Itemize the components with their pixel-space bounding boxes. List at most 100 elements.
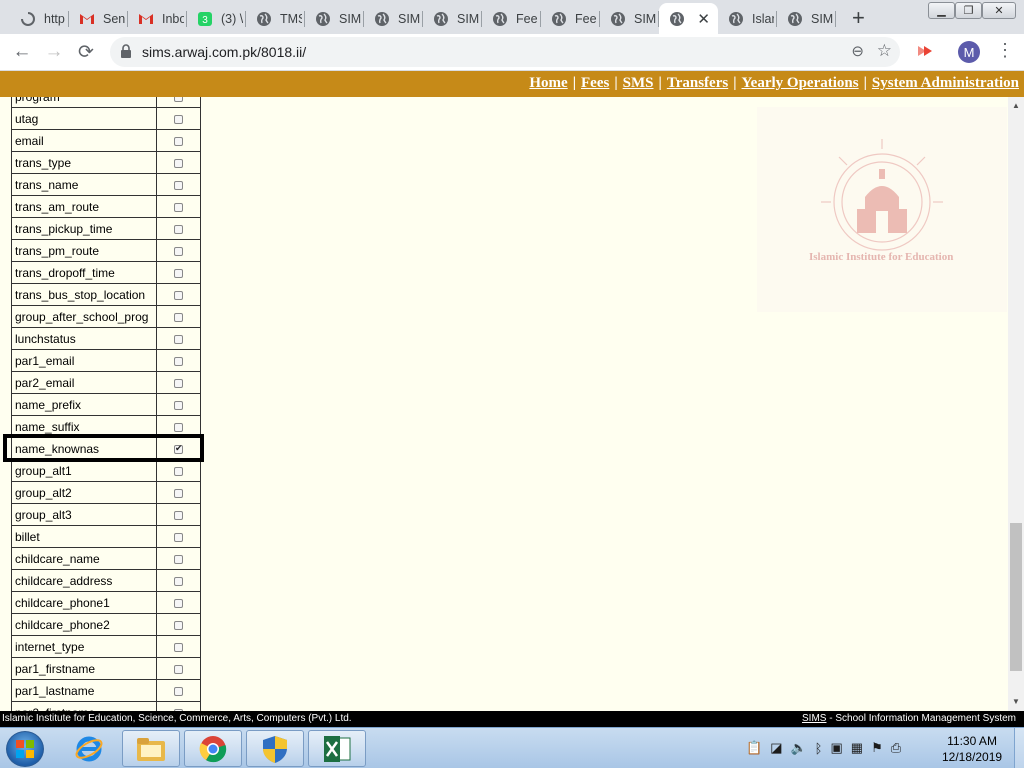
tray-network-icon[interactable]: ▦ (851, 740, 863, 756)
field-checkbox[interactable] (174, 554, 183, 564)
field-checkbox[interactable] (174, 576, 183, 586)
restore-button[interactable]: ❐ (955, 2, 982, 19)
field-checkbox[interactable] (174, 443, 183, 454)
taskbar-chrome[interactable] (184, 730, 242, 767)
action-center-flag-icon[interactable]: ⚑ (871, 740, 883, 756)
field-name: trans_am_route (11, 195, 157, 218)
nav-fees-link[interactable]: Fees (581, 75, 609, 91)
bluetooth-icon[interactable]: ᛒ (815, 741, 823, 756)
printer-icon[interactable]: ⎙ (891, 740, 901, 756)
minimize-button[interactable]: ▁ (928, 2, 955, 19)
browser-tab[interactable]: SIM (364, 3, 423, 34)
taskbar-excel[interactable] (308, 730, 366, 767)
field-checkbox[interactable] (174, 246, 183, 256)
field-checkbox[interactable] (174, 136, 183, 146)
field-checkbox-cell (156, 217, 201, 240)
new-tab-button[interactable]: + (852, 5, 865, 31)
browser-tab[interactable]: Sen (69, 3, 128, 34)
scroll-down-arrow-icon[interactable]: ▼ (1012, 697, 1020, 706)
browser-tab[interactable]: SIM (777, 3, 836, 34)
field-checkbox[interactable] (174, 202, 183, 212)
field-checkbox[interactable] (174, 158, 183, 168)
zoom-icon[interactable]: ⊖ (851, 42, 864, 60)
nav-sms-link[interactable]: SMS (623, 75, 654, 91)
field-checkbox[interactable] (174, 400, 183, 410)
close-tab-icon[interactable]: ✕ (697, 10, 710, 28)
taskbar-security[interactable] (246, 730, 304, 767)
scroll-up-arrow-icon[interactable]: ▲ (1012, 101, 1020, 110)
browser-tab[interactable]: http (10, 3, 69, 34)
nav-separator: | (658, 75, 662, 91)
browser-tab[interactable]: Islar (718, 3, 777, 34)
field-checkbox[interactable] (174, 378, 183, 388)
field-checkbox[interactable] (174, 510, 183, 520)
field-row: par1_email (11, 349, 201, 372)
browser-tab[interactable]: Fee (541, 3, 600, 34)
back-button[interactable]: ← (10, 40, 34, 64)
field-row: lunchstatus (11, 327, 201, 350)
browser-tab[interactable]: 3 (3) \ (187, 3, 246, 34)
gmail-icon (79, 11, 95, 27)
field-name: par2_firstname (11, 701, 157, 711)
start-button[interactable] (6, 731, 44, 767)
forward-button[interactable]: → (42, 40, 66, 64)
volume-icon[interactable]: 🔈 (790, 740, 806, 756)
tray-app-icon[interactable]: ◪ (770, 740, 782, 756)
bookmark-star-icon[interactable]: ☆ (877, 41, 892, 61)
field-checkbox[interactable] (174, 224, 183, 234)
field-checkbox[interactable] (174, 114, 183, 124)
nav-home-link[interactable]: Home (529, 75, 567, 91)
field-checkbox[interactable] (174, 664, 183, 674)
browser-tab[interactable]: SIM (423, 3, 482, 34)
address-bar[interactable]: sims.arwaj.com.pk/8018.ii/ ⊖ ☆ (110, 37, 900, 67)
field-checkbox[interactable] (174, 268, 183, 278)
field-checkbox[interactable] (174, 532, 183, 542)
browser-tab[interactable]: Inbo (128, 3, 187, 34)
field-checkbox[interactable] (174, 356, 183, 366)
field-checkbox[interactable] (174, 422, 183, 432)
field-name: par1_lastname (11, 679, 157, 702)
field-checkbox[interactable] (174, 290, 183, 300)
field-name: group_alt2 (11, 481, 157, 504)
scrollbar-thumb[interactable] (1010, 523, 1022, 671)
taskbar-internet-explorer[interactable] (60, 730, 118, 767)
field-checkbox[interactable] (174, 334, 183, 344)
folder-icon (137, 737, 165, 761)
close-window-button[interactable]: ✕ (982, 2, 1016, 19)
tab-title: SIM (634, 11, 656, 26)
taskbar-file-explorer[interactable] (122, 730, 180, 767)
field-checkbox[interactable] (174, 598, 183, 608)
browser-tab[interactable]: Fee (482, 3, 541, 34)
browser-menu-icon[interactable]: ⋮ (996, 40, 1014, 61)
field-checkbox[interactable] (174, 642, 183, 652)
field-row: trans_type (11, 151, 201, 174)
tray-device-icon[interactable]: ▣ (830, 740, 842, 756)
tab-active[interactable]: ✕ (659, 3, 718, 34)
tray-clipboard-icon[interactable]: 📋 (746, 740, 762, 756)
windows-logo-icon (16, 740, 34, 758)
browser-tab[interactable]: SIM (305, 3, 364, 34)
vertical-scrollbar[interactable]: ▲ ▼ (1008, 97, 1024, 711)
browser-tab[interactable]: SIM (600, 3, 659, 34)
field-checkbox[interactable] (174, 488, 183, 498)
browser-tab[interactable]: TMS (246, 3, 305, 34)
field-checkbox[interactable] (174, 686, 183, 696)
reload-button[interactable]: ⟳ (74, 40, 98, 64)
field-checkbox[interactable] (174, 312, 183, 322)
field-checkbox[interactable] (174, 466, 183, 476)
field-checkbox[interactable] (174, 97, 183, 102)
field-row: group_alt3 (11, 503, 201, 526)
field-checkbox[interactable] (174, 620, 183, 630)
extension-icon[interactable] (916, 43, 934, 62)
nav-system-administration-link[interactable]: System Administration (872, 75, 1019, 91)
profile-avatar[interactable]: M (958, 41, 980, 63)
show-desktop-button[interactable] (1014, 728, 1024, 768)
taskbar-clock[interactable]: 11:30 AM 12/18/2019 (942, 733, 1002, 765)
field-checkbox[interactable] (174, 180, 183, 190)
nav-yearly-operations-link[interactable]: Yearly Operations (742, 75, 859, 91)
nav-transfers-link[interactable]: Transfers (667, 75, 728, 91)
field-checkbox-cell (156, 503, 201, 526)
field-name: program (11, 97, 157, 108)
globe-icon (433, 11, 449, 27)
field-checkbox-cell (156, 679, 201, 702)
